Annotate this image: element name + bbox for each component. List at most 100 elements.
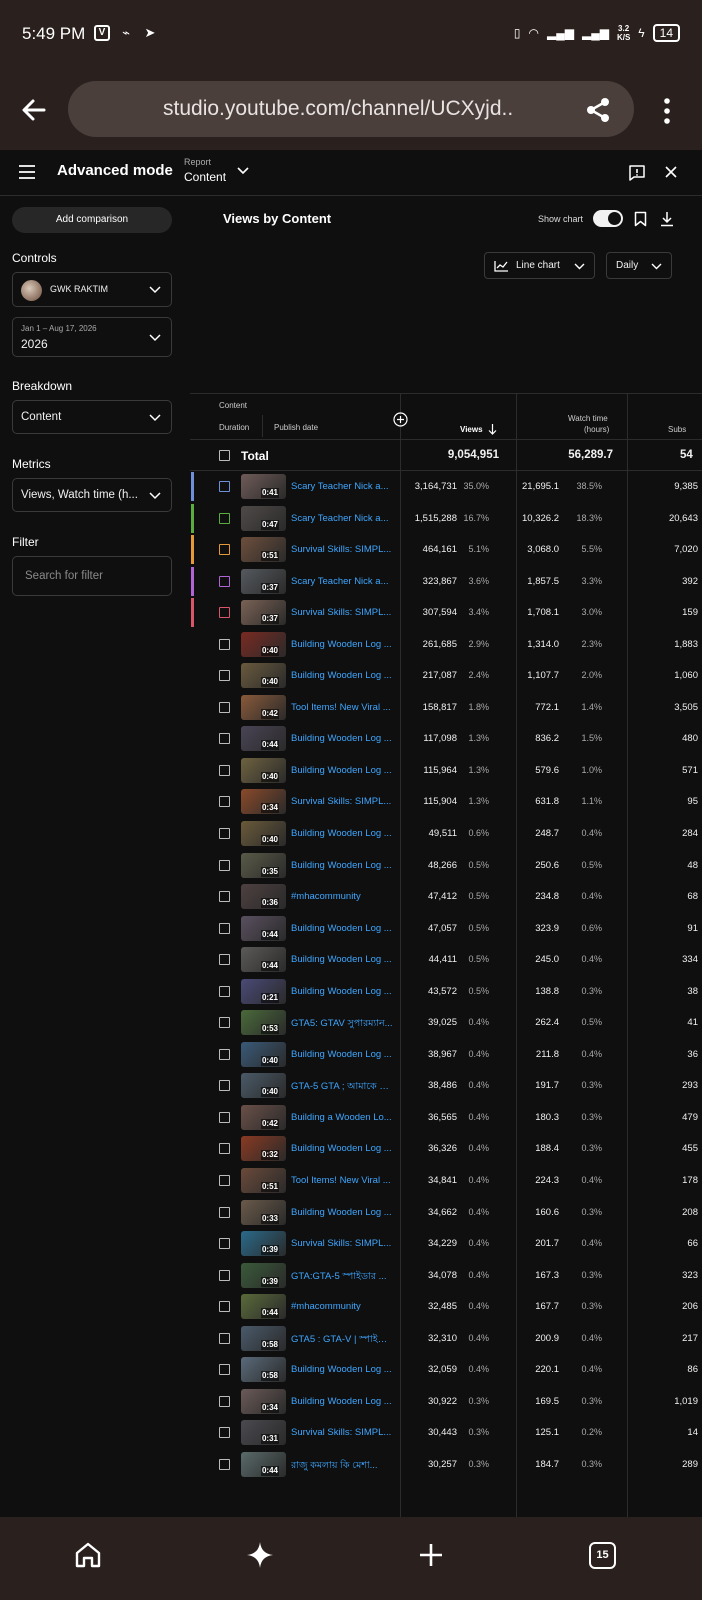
close-icon[interactable] [664, 165, 678, 179]
video-thumbnail[interactable]: 0:42 [241, 694, 286, 720]
video-thumbnail[interactable]: 0:36 [241, 884, 286, 910]
row-checkbox[interactable] [219, 638, 230, 650]
video-title-link[interactable]: GTA:GTA-5 স্পাইডার ... [291, 1270, 393, 1285]
chevron-down-icon[interactable] [236, 166, 250, 176]
video-thumbnail[interactable]: 0:21 [241, 978, 286, 1004]
table-row[interactable]: 0:40 Building Wooden Log ... 49,511 0.6% 248… [190, 818, 702, 850]
download-icon[interactable] [660, 211, 674, 227]
video-thumbnail[interactable]: 0:51 [241, 537, 286, 563]
video-title-link[interactable]: GTA5 : GTA-V | স্পাইডা... [291, 1333, 393, 1348]
table-row[interactable]: 0:35 Building Wooden Log ... 48,266 0.5% 250… [190, 850, 702, 882]
video-thumbnail[interactable]: 0:40 [241, 631, 286, 657]
video-title-link[interactable]: Tool Items! New Viral ... [291, 1175, 393, 1186]
row-checkbox[interactable] [219, 512, 230, 524]
metrics-selector[interactable]: Views, Watch time (h... [12, 478, 172, 512]
video-title-link[interactable]: Building Wooden Log ... [291, 923, 393, 934]
table-row[interactable]: 0:44 Building Wooden Log ... 44,411 0.5% 245… [190, 944, 702, 976]
table-row[interactable]: 0:31 Survival Skills: SIMPL... 30,443 0.3% 1… [190, 1417, 702, 1449]
row-checkbox[interactable] [219, 481, 230, 492]
video-title-link[interactable]: Survival Skills: SIMPL... [291, 1238, 393, 1249]
row-checkbox[interactable] [219, 1080, 230, 1092]
video-thumbnail[interactable]: 0:33 [241, 1199, 286, 1225]
row-checkbox[interactable] [219, 701, 230, 713]
row-checkbox[interactable] [219, 1458, 230, 1470]
sort-down-arrow-icon[interactable] [488, 423, 497, 435]
video-thumbnail[interactable]: 0:40 [241, 663, 286, 689]
row-checkbox[interactable] [219, 1332, 230, 1344]
table-row[interactable]: 0:21 Building Wooden Log ... 43,572 0.5% 138… [190, 976, 702, 1008]
header-watch-time[interactable]: Watch time [568, 414, 608, 423]
table-row[interactable]: 0:40 Building Wooden Log ... 115,964 1.3% 57… [190, 755, 702, 787]
table-row[interactable]: 0:37 Survival Skills: SIMPL... 307,594 3.4%… [190, 597, 702, 629]
video-thumbnail[interactable]: 0:51 [241, 1168, 286, 1194]
video-thumbnail[interactable]: 0:58 [241, 1357, 286, 1383]
video-thumbnail[interactable]: 0:32 [241, 1136, 286, 1162]
url-text[interactable]: studio.youtube.com/channel/UCXyjd.. [163, 97, 513, 121]
table-row[interactable]: 0:40 Building Wooden Log ... 38,967 0.4% 211… [190, 1039, 702, 1071]
filter-search-input[interactable]: Search for filter [12, 556, 172, 596]
table-row[interactable]: 0:58 GTA5 : GTA-V | স্পাইডা... 32,310 0.4% 2… [190, 1323, 702, 1355]
video-thumbnail[interactable]: 0:34 [241, 789, 286, 815]
video-title-link[interactable]: Building Wooden Log ... [291, 1143, 393, 1154]
row-checkbox[interactable] [219, 1048, 230, 1060]
row-checkbox[interactable] [219, 1364, 230, 1376]
row-checkbox[interactable] [219, 1269, 230, 1281]
video-thumbnail[interactable]: 0:44 [241, 947, 286, 973]
header-subs[interactable]: Subs [668, 425, 686, 434]
row-checkbox[interactable] [219, 828, 230, 840]
video-title-link[interactable]: Building Wooden Log ... [291, 1364, 393, 1375]
total-checkbox[interactable] [219, 450, 230, 461]
video-title-link[interactable]: Building a Wooden Lo... [291, 1112, 393, 1123]
row-checkbox[interactable] [219, 607, 230, 619]
show-chart-toggle[interactable] [593, 210, 623, 227]
row-checkbox[interactable] [219, 1206, 230, 1218]
table-row[interactable]: 0:51 Survival Skills: SIMPL... 464,161 5.1%… [190, 534, 702, 566]
video-title-link[interactable]: Building Wooden Log ... [291, 954, 393, 965]
video-thumbnail[interactable]: 0:44 [241, 915, 286, 941]
bookmark-icon[interactable] [634, 211, 647, 227]
video-thumbnail[interactable]: 0:44 [241, 1294, 286, 1320]
row-checkbox[interactable] [219, 1427, 230, 1439]
table-row[interactable]: 0:37 Scary Teacher Nick a... 323,867 3.6% 1,… [190, 566, 702, 598]
table-row[interactable]: 0:58 Building Wooden Log ... 32,059 0.4% 220… [190, 1354, 702, 1386]
table-row[interactable]: 0:40 Building Wooden Log ... 217,087 2.4% 1,… [190, 660, 702, 692]
row-checkbox[interactable] [219, 575, 230, 587]
row-checkbox[interactable] [219, 1143, 230, 1155]
table-row[interactable]: 0:34 Building Wooden Log ... 30,922 0.3% 169… [190, 1386, 702, 1418]
video-thumbnail[interactable]: 0:39 [241, 1231, 286, 1257]
video-title-link[interactable]: #mhacommunity [291, 1301, 393, 1312]
video-title-link[interactable]: #mhacommunity [291, 891, 393, 902]
row-checkbox[interactable] [219, 859, 230, 871]
video-title-link[interactable]: রাজু কমলায় কি মেশা... [291, 1459, 393, 1474]
row-checkbox[interactable] [219, 733, 230, 745]
table-row[interactable]: 0:51 Tool Items! New Viral ... 34,841 0.4% 2… [190, 1165, 702, 1197]
table-row[interactable]: 0:42 Tool Items! New Viral ... 158,817 1.8%… [190, 692, 702, 724]
video-thumbnail[interactable]: 0:35 [241, 852, 286, 878]
video-thumbnail[interactable]: 0:53 [241, 1010, 286, 1036]
video-thumbnail[interactable]: 0:40 [241, 1041, 286, 1067]
home-icon[interactable] [73, 1540, 103, 1570]
row-checkbox[interactable] [219, 1301, 230, 1313]
share-icon[interactable] [583, 95, 613, 125]
video-thumbnail[interactable]: 0:40 [241, 821, 286, 847]
video-thumbnail[interactable]: 0:47 [241, 505, 286, 531]
video-thumbnail[interactable]: 0:37 [241, 600, 286, 626]
row-checkbox[interactable] [219, 1238, 230, 1250]
video-title-link[interactable]: Survival Skills: SIMPL... [291, 1427, 393, 1438]
video-title-link[interactable]: Building Wooden Log ... [291, 828, 393, 839]
video-title-link[interactable]: Building Wooden Log ... [291, 1396, 393, 1407]
address-bar[interactable]: studio.youtube.com/channel/UCXyjd.. [68, 81, 634, 137]
video-title-link[interactable]: Building Wooden Log ... [291, 860, 393, 871]
sparkle-icon[interactable] [245, 1540, 275, 1570]
video-thumbnail[interactable]: 0:31 [241, 1420, 286, 1446]
video-title-link[interactable]: Scary Teacher Nick a... [291, 481, 393, 492]
feedback-icon[interactable] [628, 164, 646, 182]
video-title-link[interactable]: Building Wooden Log ... [291, 1049, 393, 1060]
row-checkbox[interactable] [219, 891, 230, 903]
row-checkbox[interactable] [219, 985, 230, 997]
video-thumbnail[interactable]: 0:42 [241, 1104, 286, 1130]
row-checkbox[interactable] [219, 764, 230, 776]
channel-selector[interactable]: GWK RAKTIM [12, 272, 172, 307]
header-views[interactable]: Views [460, 425, 483, 434]
video-title-link[interactable]: Building Wooden Log ... [291, 733, 393, 744]
